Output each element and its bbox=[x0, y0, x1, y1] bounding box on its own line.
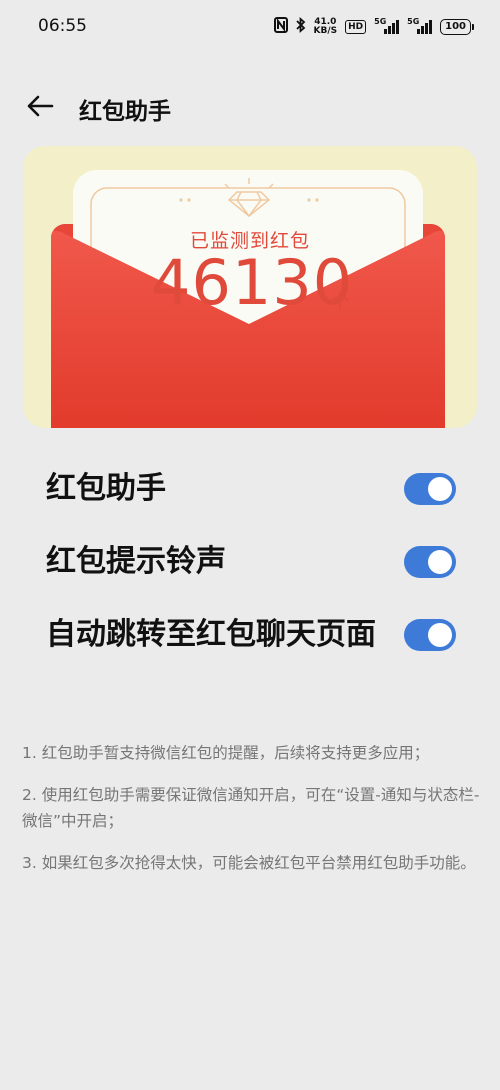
back-button[interactable] bbox=[22, 88, 58, 124]
signal-icon-sim2: 5G bbox=[407, 17, 433, 34]
setting-row-red-packet-assistant[interactable]: 红包助手 bbox=[46, 466, 456, 512]
app-header: 红包助手 bbox=[0, 80, 500, 136]
status-bar: 06:55 41.0 KB/S HD 5G 5G 100 bbox=[0, 0, 500, 56]
red-packet-banner: 已监测到红包 46130 个 bbox=[23, 146, 477, 428]
network-speed-unit: KB/S bbox=[313, 26, 338, 36]
auto-jump-toggle[interactable] bbox=[404, 619, 456, 651]
battery-icon: 100 bbox=[440, 19, 474, 35]
setting-label: 红包助手 bbox=[46, 471, 166, 506]
hd-badge: HD bbox=[345, 20, 367, 34]
banner-count-unit: 个 bbox=[331, 292, 349, 313]
bluetooth-icon bbox=[295, 17, 306, 37]
setting-row-auto-jump[interactable]: 自动跳转至红包聊天页面 bbox=[46, 612, 456, 658]
note-3: 3. 如果红包多次抢得太快，可能会被红包平台禁用红包助手功能。 bbox=[22, 854, 476, 872]
setting-row-ringtone[interactable]: 红包提示铃声 bbox=[46, 539, 456, 585]
page-title: 红包助手 bbox=[79, 99, 171, 125]
note-2: 2. 使用红包助手需要保证微信通知开启，可在“设置-通知与状态栏-微信”中开启； bbox=[22, 786, 480, 830]
signal-icon-sim1: 5G bbox=[374, 17, 400, 34]
nfc-icon bbox=[273, 17, 288, 37]
ringtone-toggle[interactable] bbox=[404, 546, 456, 578]
status-time: 06:55 bbox=[38, 16, 87, 36]
status-icons: 41.0 KB/S HD 5G 5G 100 bbox=[273, 15, 474, 39]
setting-label: 红包提示铃声 bbox=[46, 544, 226, 579]
arrow-left-icon bbox=[27, 95, 54, 117]
battery-level: 100 bbox=[440, 19, 471, 35]
sim2-label: 5G bbox=[407, 17, 420, 26]
network-speed: 41.0 KB/S bbox=[314, 18, 338, 36]
setting-label: 自动跳转至红包聊天页面 bbox=[46, 617, 376, 652]
banner-count: 46130 bbox=[151, 246, 354, 319]
note-1: 1. 红包助手暂支持微信红包的提醒，后续将支持更多应用； bbox=[22, 744, 430, 762]
notes: 1. 红包助手暂支持微信红包的提醒，后续将支持更多应用； 2. 使用红包助手需要… bbox=[22, 740, 482, 892]
red-packet-assistant-toggle[interactable] bbox=[404, 473, 456, 505]
sim1-label: 5G bbox=[374, 17, 387, 26]
